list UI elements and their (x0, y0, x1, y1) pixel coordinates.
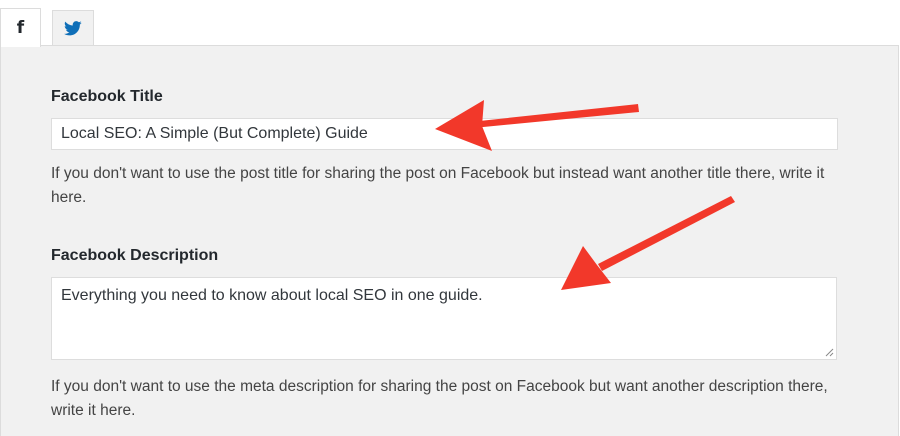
facebook-description-label: Facebook Description (51, 247, 219, 264)
facebook-title-input[interactable] (51, 118, 838, 150)
facebook-icon: f (16, 18, 25, 38)
tab-twitter[interactable] (52, 10, 94, 46)
tab-facebook[interactable]: f (0, 8, 41, 47)
twitter-icon (64, 21, 82, 36)
resize-grip-icon[interactable] (824, 347, 834, 357)
facebook-title-label: Facebook Title (51, 88, 163, 105)
facebook-title-help: If you don't want to use the post title … (51, 165, 825, 206)
facebook-description-textarea[interactable]: Everything you need to know about local … (51, 277, 837, 360)
social-tabs: f (0, 0, 900, 47)
facebook-description-help: If you don't want to use the meta descri… (51, 378, 828, 419)
